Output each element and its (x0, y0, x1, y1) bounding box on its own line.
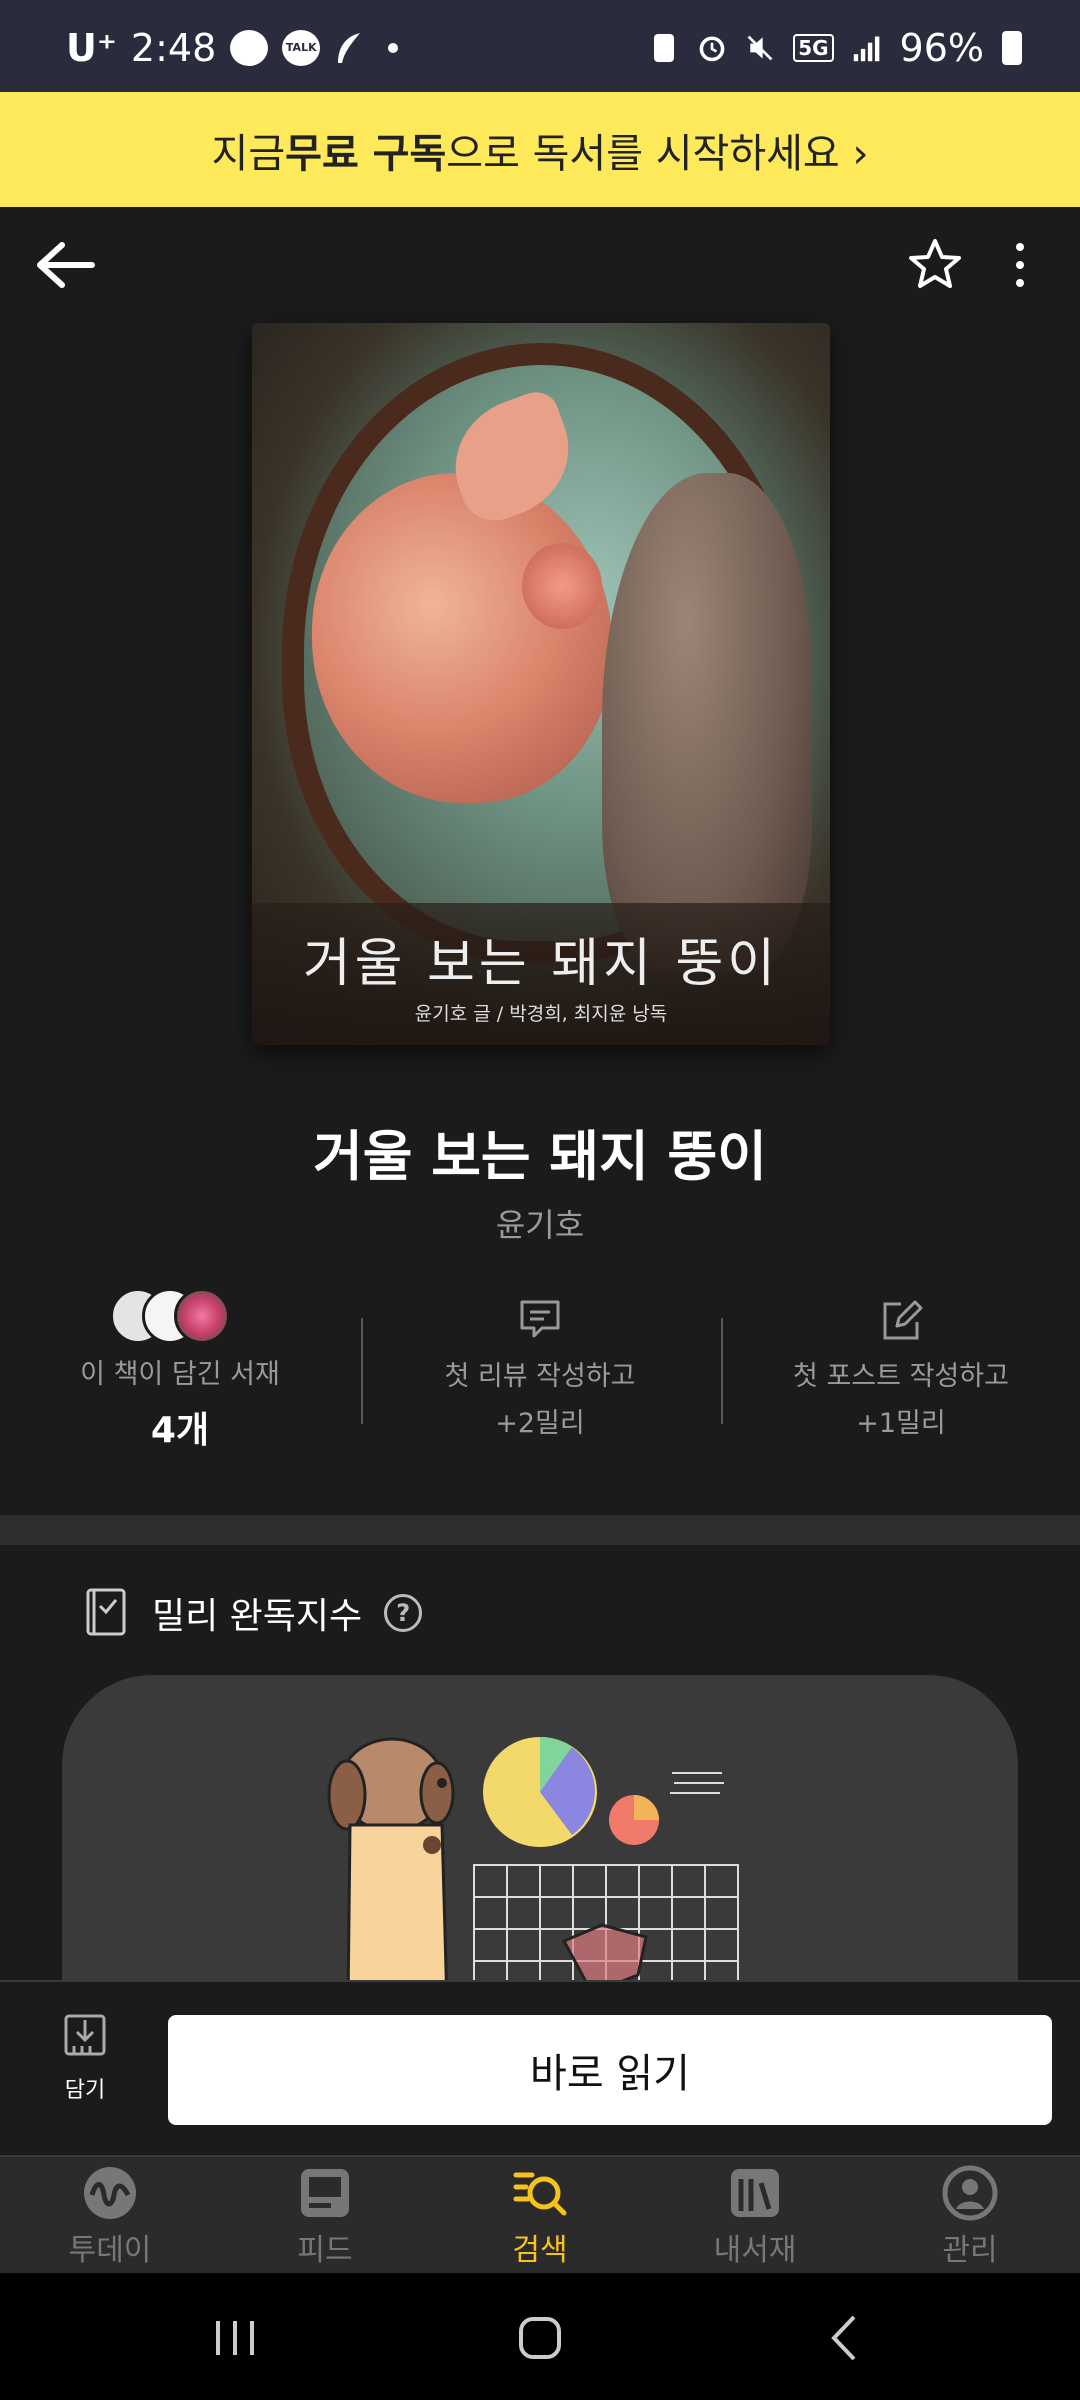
divider (721, 1318, 723, 1424)
recent-apps-icon[interactable] (180, 2303, 290, 2373)
book-cover[interactable]: 거울 보는 돼지 뚱이 윤기호 글 / 박경희, 최지윤 낭독 (252, 323, 830, 1045)
wave-icon (84, 2167, 136, 2219)
save-to-shelf-icon (64, 2014, 106, 2056)
status-bar: U⁺ 2:48 TALK 5G 96% (0, 0, 1080, 92)
bottom-tab-bar: 투데이 피드 검색 내서재 관리 (0, 2155, 1080, 2273)
divider (361, 1318, 363, 1424)
help-icon[interactable]: ? (384, 1594, 423, 1632)
shelves-label: 이 책이 담긴 서재 (80, 1359, 280, 1390)
network-type: 5G (793, 34, 834, 62)
system-back-icon[interactable] (790, 2303, 900, 2373)
section-separator (0, 1515, 1080, 1545)
message-notification-icon (230, 30, 269, 66)
tab-label: 검색 (512, 2233, 568, 2268)
cover-reflection-art (602, 473, 812, 973)
feed-icon (301, 2169, 349, 2217)
bottom-action-bar: 담기 바로 읽기 (0, 1980, 1080, 2155)
promo-prefix: 지금 (211, 130, 286, 177)
top-bar (0, 207, 1080, 317)
tab-label: 투데이 (68, 2233, 152, 2268)
battery-icon (1002, 31, 1022, 65)
shelves-stat[interactable]: 이 책이 담긴 서재 4개 (15, 1280, 345, 1453)
signal-icon (853, 36, 879, 62)
carrier-label: U⁺ (66, 26, 117, 70)
tab-label: 관리 (942, 2233, 998, 2268)
post-line1: 첫 포스트 작성하고 (793, 1361, 1009, 1392)
kakaotalk-notification-icon: TALK (282, 30, 321, 66)
back-arrow-icon[interactable] (32, 235, 102, 295)
post-line2: +1밀리 (856, 1408, 946, 1439)
subscription-promo-banner[interactable]: 지금 무료 구독 으로 독서를 시작하세요 › (0, 92, 1080, 207)
save-label: 담기 (64, 2078, 106, 2103)
book-check-icon (86, 1588, 126, 1636)
tab-feed[interactable]: 피드 (245, 2165, 405, 2275)
more-options-icon[interactable] (1000, 235, 1040, 295)
tab-search[interactable]: 검색 (460, 2165, 620, 2275)
mute-icon (747, 35, 773, 61)
review-line1: 첫 리뷰 작성하고 (444, 1361, 636, 1392)
profile-icon (942, 2165, 998, 2221)
system-nav-bar (0, 2273, 1080, 2400)
cover-pig-snout-art (522, 543, 602, 629)
battery-percent: 96% (899, 26, 984, 70)
star-icon[interactable] (905, 235, 965, 295)
promo-suffix: 으로 독서를 시작하세요 › (446, 130, 869, 177)
avatar (174, 1288, 230, 1344)
more-notifications-dot (388, 43, 399, 53)
tab-manage[interactable]: 관리 (890, 2165, 1050, 2275)
tab-label: 내서재 (713, 2233, 797, 2268)
search-icon (513, 2172, 567, 2216)
book-author[interactable]: 윤기호 (0, 1200, 1080, 1246)
section-title: 밀리 완독지수 (152, 1596, 363, 1637)
shelves-count: 4개 (150, 1410, 210, 1451)
feather-notification-icon (338, 33, 361, 63)
edit-icon (883, 1300, 923, 1340)
bookshelf-icon (731, 2169, 779, 2217)
review-line2: +2밀리 (495, 1408, 585, 1439)
read-now-button[interactable]: 바로 읽기 (168, 2015, 1052, 2125)
cover-credits: 윤기호 글 / 박경희, 최지윤 낭독 (414, 1003, 668, 1025)
comment-icon (520, 1300, 560, 1338)
alarm-icon (699, 36, 725, 62)
save-button[interactable]: 담기 (30, 2010, 140, 2130)
book-title: 거울 보는 돼지 뚱이 (313, 1125, 767, 1188)
tab-my-library[interactable]: 내서재 (675, 2165, 835, 2275)
tab-label: 피드 (297, 2233, 353, 2268)
shelf-avatars (110, 1288, 250, 1344)
write-post-stat[interactable]: 첫 포스트 작성하고 +1밀리 (736, 1280, 1066, 1440)
recycle-icon (654, 34, 675, 62)
write-review-stat[interactable]: 첫 리뷰 작성하고 +2밀리 (375, 1280, 705, 1440)
clock: 2:48 (130, 26, 217, 70)
promo-highlight: 무료 구독 (285, 130, 447, 177)
completion-index-header: 밀리 완독지수 ? (82, 1583, 423, 1643)
cover-title: 거울 보는 돼지 뚱이 (302, 934, 780, 994)
home-icon[interactable] (485, 2303, 595, 2373)
tab-today[interactable]: 투데이 (30, 2165, 190, 2275)
